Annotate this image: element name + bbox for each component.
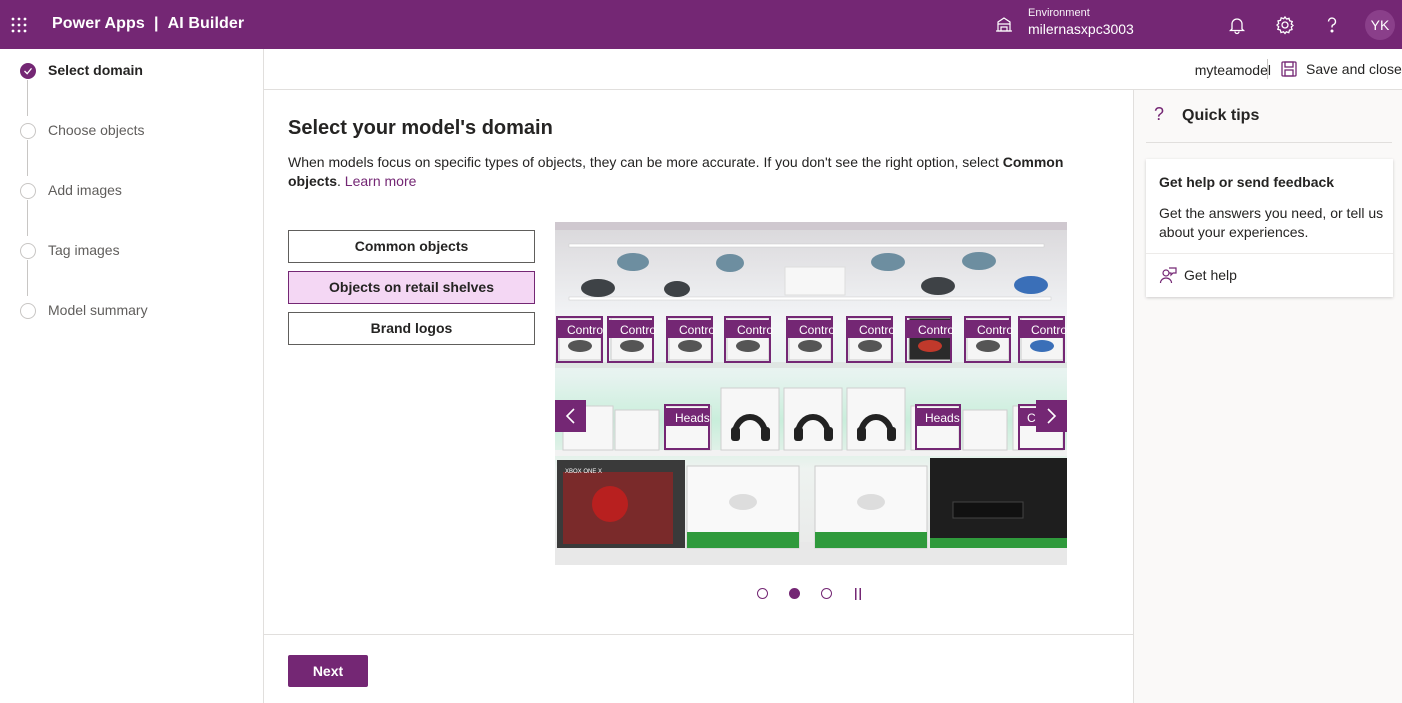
quick-tips-panel: ? Quick tips Get help or send feedback G… (1134, 90, 1402, 703)
pause-icon[interactable] (853, 587, 863, 601)
step-model-summary[interactable]: Model summary (0, 299, 264, 323)
step-connector (27, 80, 28, 116)
box-label: XBOX ONE X (565, 469, 602, 475)
tag-label: Contro (977, 323, 1013, 337)
tag-label: Contro (620, 323, 656, 337)
carousel-previous-button[interactable] (555, 400, 586, 432)
help-question-icon[interactable] (1322, 15, 1342, 35)
environment-label: Environment (1028, 7, 1090, 19)
step-label: Model summary (48, 302, 148, 318)
domain-brand-logos[interactable]: Brand logos (288, 312, 535, 345)
step-tag-images[interactable]: Tag images (0, 239, 264, 263)
step-label: Add images (48, 182, 122, 198)
footer-divider (264, 634, 1134, 635)
app-title[interactable]: Power Apps | AI Builder (52, 15, 244, 33)
step-select-domain[interactable]: Select domain (0, 59, 264, 83)
domain-retail-shelves[interactable]: Objects on retail shelves (288, 271, 535, 304)
next-button[interactable]: Next (288, 655, 368, 687)
tag-label: Contro (799, 323, 835, 337)
step-choose-objects[interactable]: Choose objects (0, 119, 264, 143)
section-name: AI Builder (167, 15, 245, 32)
page-title: Select your model's domain (288, 117, 553, 139)
main-content: Select your model's domain When models f… (264, 90, 1134, 703)
carousel-next-button[interactable] (1036, 400, 1067, 432)
card-body: Get the answers you need, or tell us abo… (1159, 205, 1384, 240)
description-text: When models focus on specific types of o… (288, 154, 1003, 170)
page-description: When models focus on specific types of o… (288, 153, 1088, 191)
environment-picker[interactable]: milernasxpc3003 (1028, 21, 1134, 37)
carousel-dot[interactable] (821, 588, 832, 599)
domain-common-objects[interactable]: Common objects (288, 230, 535, 263)
step-circle-icon (20, 303, 36, 319)
tag-label: Contro (859, 323, 895, 337)
step-circle-icon (20, 123, 36, 139)
app-name: Power Apps (52, 15, 145, 32)
tag-label: Contro (1031, 323, 1067, 337)
carousel-indicators (757, 587, 867, 601)
save-label: Save and close (1306, 61, 1402, 77)
step-label: Tag images (48, 242, 120, 258)
step-connector (27, 200, 28, 236)
divider (1267, 59, 1268, 79)
divider (1146, 142, 1392, 143)
get-help-label: Get help (1184, 267, 1237, 283)
top-bar: Power Apps | AI Builder Environment mile… (0, 0, 1402, 49)
step-circle-icon (20, 183, 36, 199)
example-image-carousel: Contro Contro Contro Contro Contro Contr… (555, 222, 1067, 565)
notifications-bell-icon[interactable] (1227, 15, 1247, 35)
user-avatar[interactable]: YK (1365, 10, 1395, 40)
tag-label: C (1027, 411, 1036, 425)
retail-shelf-image: Contro Contro Contro Contro Contro Contr… (555, 222, 1067, 565)
divider (1146, 253, 1393, 254)
tag-label: Heads (675, 411, 710, 425)
question-mark-icon: ? (1154, 104, 1165, 124)
help-card: Get help or send feedback Get the answer… (1146, 159, 1393, 297)
step-connector (27, 260, 28, 296)
card-title: Get help or send feedback (1159, 174, 1335, 190)
command-bar: myteamodel Save and close (264, 49, 1402, 90)
feedback-person-icon (1159, 267, 1177, 284)
learn-more-link[interactable]: Learn more (345, 173, 417, 189)
step-circle-icon (20, 243, 36, 259)
save-icon (1281, 61, 1297, 77)
chevron-right-icon (1047, 408, 1057, 424)
environment-icon[interactable] (995, 16, 1013, 34)
step-label: Choose objects (48, 122, 145, 138)
wizard-steps: Select domain Choose objects Add images … (0, 49, 264, 703)
step-add-images[interactable]: Add images (0, 179, 264, 203)
chevron-left-icon (565, 408, 575, 424)
model-name[interactable]: myteamodel (1195, 62, 1271, 78)
step-connector (27, 140, 28, 176)
checkmark-icon (20, 63, 36, 79)
step-label: Select domain (48, 62, 143, 78)
tag-label: Contro (679, 323, 715, 337)
quick-tips-title: Quick tips (1182, 107, 1260, 124)
tag-label: Contro (918, 323, 954, 337)
settings-gear-icon[interactable] (1275, 15, 1295, 35)
carousel-dot-active[interactable] (789, 588, 800, 599)
app-launcher-icon[interactable] (11, 17, 27, 33)
tag-label: Heads (925, 411, 960, 425)
tag-label: Contro (737, 323, 773, 337)
carousel-dot[interactable] (757, 588, 768, 599)
title-separator: | (153, 15, 159, 32)
description-end: . (337, 173, 345, 189)
tag-label: Contro (567, 323, 603, 337)
